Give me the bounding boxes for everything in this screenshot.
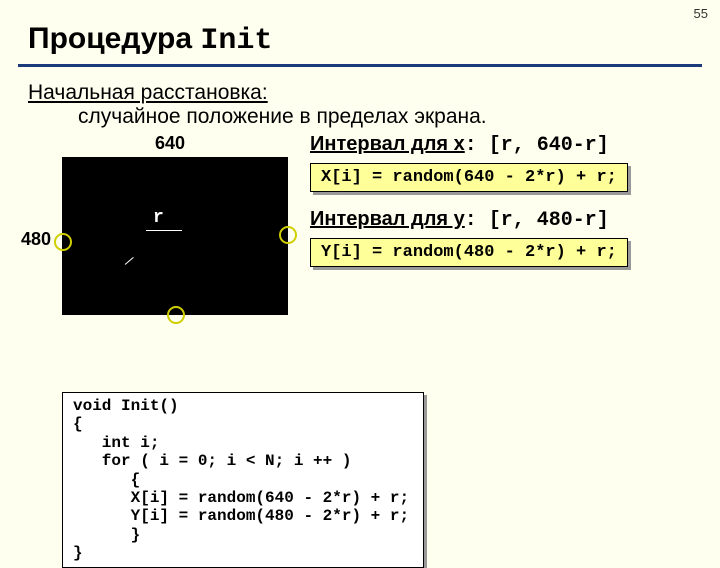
- circle-icon: [54, 233, 72, 251]
- radius-indicator-line: [125, 257, 134, 265]
- dimension-width-label: 640: [155, 133, 185, 154]
- radius-label: r: [153, 208, 164, 228]
- interval-x-line: Интервал для x: [r, 640-r]: [310, 133, 702, 157]
- subtitle: Начальная расстановка:: [0, 67, 720, 105]
- radius-underline: [146, 230, 182, 231]
- title-mono: Init: [200, 24, 272, 58]
- subtitle-text: Начальная расстановка:: [28, 81, 268, 104]
- page-number: 55: [694, 6, 708, 21]
- circle-icon: [279, 226, 297, 244]
- info-column: Интервал для x: [r, 640-r] X[i] = random…: [310, 133, 702, 283]
- dimension-height-label: 480: [21, 229, 51, 250]
- circle-icon: [167, 306, 185, 324]
- content-area: 640 480 r Интервал для x: [r, 640-r] X[i…: [0, 133, 720, 333]
- interval-y-line: Интервал для y: [r, 480-r]: [310, 208, 702, 232]
- interval-x-value: : [r, 640-r]: [465, 134, 609, 157]
- interval-x-label: Интервал для x: [310, 133, 465, 155]
- title-prefix: Процедура: [28, 22, 200, 55]
- interval-y-value: : [r, 480-r]: [465, 209, 609, 232]
- screen-box: r: [62, 157, 288, 315]
- formula-y-box: Y[i] = random(480 - 2*r) + r;: [310, 238, 628, 267]
- interval-y-label: Интервал для y: [310, 208, 465, 230]
- page-title: Процедура Init: [0, 0, 720, 62]
- formula-x-box: X[i] = random(640 - 2*r) + r;: [310, 163, 628, 192]
- code-block: void Init() { int i; for ( i = 0; i < N;…: [62, 392, 424, 568]
- subline: случайное положение в пределах экрана.: [0, 105, 720, 129]
